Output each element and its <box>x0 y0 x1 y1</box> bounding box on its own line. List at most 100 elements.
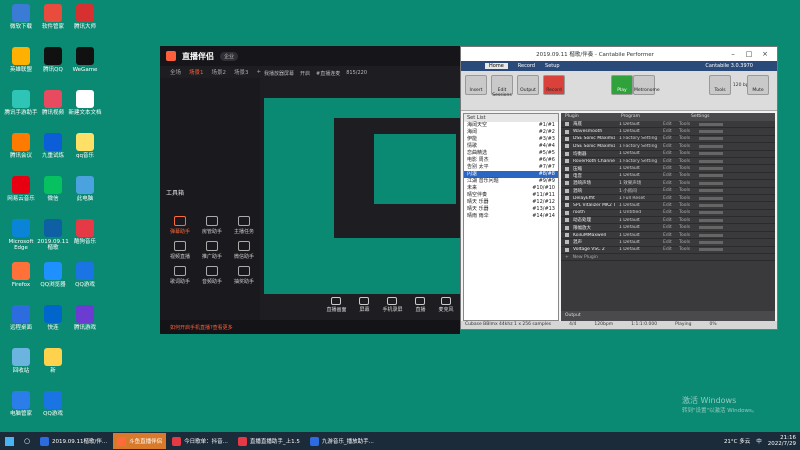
plugin-program[interactable]: 1 Factory Setting <box>619 144 659 149</box>
desktop-icon[interactable]: 腾讯手游助手 <box>4 90 38 116</box>
desktop-icon[interactable]: 微软下载 <box>4 4 38 30</box>
bypass-checkbox[interactable] <box>565 159 569 164</box>
bypass-checkbox[interactable] <box>565 173 569 178</box>
plugin-program[interactable]: 1 Full Reset <box>619 196 659 201</box>
bypass-checkbox[interactable] <box>565 240 569 245</box>
plugin-row[interactable]: KoiluMMaxwell 1 Default Edit Tools <box>561 232 775 240</box>
edit-button[interactable]: Edit <box>663 196 675 201</box>
bypass-checkbox[interactable] <box>565 233 569 238</box>
minimize-icon[interactable]: – <box>725 50 741 58</box>
edit-button[interactable]: Edit <box>663 151 675 156</box>
plugin-row[interactable]: DelayEffit 1 Full Reset Edit Tools <box>561 195 775 203</box>
desktop-icon[interactable]: 新 <box>36 348 70 374</box>
tools-button[interactable]: Tools <box>679 151 695 156</box>
plugin-program[interactable]: 1 Default <box>619 151 659 156</box>
tools-button[interactable]: Tools <box>679 218 695 223</box>
tab-all[interactable]: 全场 <box>170 68 181 76</box>
plugin-program[interactable]: 1 Factory Setting <box>619 136 659 141</box>
plugin-program[interactable]: 1 Untitled <box>619 210 659 215</box>
ribbon-button[interactable]: Output <box>517 75 539 95</box>
new-plugin-row[interactable]: + New Plugin <box>561 254 775 262</box>
edit-button[interactable]: Edit <box>663 247 675 252</box>
plugin-program[interactable]: 1 Default <box>619 122 659 127</box>
plugin-program[interactable]: 1 Default <box>619 247 659 252</box>
bypass-checkbox[interactable] <box>565 196 569 201</box>
ribbon-button[interactable]: Mute <box>747 75 769 95</box>
plugin-row[interactable]: Wavesmooth 1 Default Edit Tools <box>561 128 775 136</box>
edit-button[interactable]: Edit <box>663 144 675 149</box>
edit-button[interactable]: Edit <box>663 225 675 230</box>
plugin-row[interactable]: 混声 1 Default Edit Tools <box>561 239 775 247</box>
clock[interactable]: 21:16 2022/7/29 <box>768 435 796 447</box>
desktop-icon[interactable]: 腾讯QQ <box>36 47 70 73</box>
ribbon-button[interactable]: Tools <box>709 75 731 95</box>
taskbar-item[interactable]: 九游音乐_播放助手... <box>306 433 378 449</box>
tools-button[interactable]: Tools <box>679 122 695 127</box>
edit-button[interactable]: Edit <box>663 233 675 238</box>
plugin-program[interactable]: 1 小房间 <box>619 188 659 194</box>
desktop-icon[interactable]: 腾讯视频 <box>36 90 70 116</box>
song-item[interactable]: 电影 周杰 #6/#6 <box>464 157 558 164</box>
edit-button[interactable]: Edit <box>663 136 675 141</box>
tools-button[interactable]: Tools <box>679 240 695 245</box>
desktop-icon[interactable]: QQ游戏 <box>36 391 70 417</box>
desktop-icon[interactable]: 网易云音乐 <box>4 176 38 202</box>
tools-button[interactable]: Tools <box>679 181 695 186</box>
desktop-icon[interactable]: 酷狗音乐 <box>68 219 102 245</box>
plugin-row[interactable]: DSE Sonic Maximiz 1 Factory Setting Edit To… <box>561 143 775 151</box>
tool-button[interactable]: 歌词助手 <box>164 266 196 285</box>
tools-button[interactable]: Tools <box>679 203 695 208</box>
menu-setup[interactable]: Setup <box>545 63 560 69</box>
search-icon[interactable]: ○ <box>18 432 36 450</box>
desktop-icon[interactable]: 回收站 <box>4 348 38 374</box>
desktop-icon[interactable]: Firefox <box>4 262 38 288</box>
plugin-program[interactable]: 1 Default <box>619 218 659 223</box>
plugin-row[interactable]: 压缩 1 Default Edit Tools <box>561 165 775 173</box>
desktop-icon[interactable]: 2019.09.11楷歌 <box>36 219 70 251</box>
bypass-checkbox[interactable] <box>565 181 569 186</box>
tool-button[interactable]: 微信助手 <box>228 241 260 260</box>
tools-button[interactable]: Tools <box>679 233 695 238</box>
song-item[interactable]: 情歌 #4/#4 <box>464 143 558 150</box>
desktop-icon[interactable]: Microsoft Edge <box>4 219 38 251</box>
tool-button[interactable]: 抽奖助手 <box>228 266 260 285</box>
plugin-program[interactable]: 1 效果声场 <box>619 180 659 186</box>
plugin-program[interactable]: 1 Default <box>619 240 659 245</box>
plugin-row[interactable]: 均衡器 1 Default Edit Tools <box>561 151 775 158</box>
desktop-icon[interactable]: WeGame <box>68 47 102 73</box>
tab-scene-1[interactable]: 场景1 <box>189 68 204 76</box>
desktop-icon[interactable]: QQ浏览器 <box>36 262 70 288</box>
edit-button[interactable]: Edit <box>663 166 675 171</box>
ribbon-button[interactable]: Metronome <box>633 75 660 95</box>
edit-button[interactable]: Edit <box>663 240 675 245</box>
bypass-checkbox[interactable] <box>565 144 569 149</box>
scene-item[interactable]: #直播连麦 <box>316 70 340 77</box>
bypass-checkbox[interactable] <box>565 129 569 134</box>
tools-button[interactable]: Tools <box>679 136 695 141</box>
start-button[interactable] <box>0 432 18 450</box>
tool-button[interactable]: 音频助手 <box>196 266 228 285</box>
edit-button[interactable]: Edit <box>663 188 675 193</box>
tools-button[interactable]: Tools <box>679 188 695 193</box>
output-label[interactable]: Output <box>565 313 581 319</box>
edit-button[interactable]: Edit <box>663 203 675 208</box>
plugin-program[interactable]: 1 Default <box>619 203 659 208</box>
plugin-row[interactable]: DSE Sonic Maximiz 1 Factory Setting Edit To… <box>561 136 775 144</box>
desktop-icon[interactable]: 英雄联盟 <box>4 47 38 73</box>
plugin-row[interactable]: 动态处理 1 Default Edit Tools <box>561 217 775 225</box>
song-item[interactable]: 海阔天空 #1/#1 <box>464 122 558 129</box>
song-item[interactable]: 伊能 #3/#3 <box>464 136 558 143</box>
bypass-checkbox[interactable] <box>565 136 569 141</box>
bottom-action[interactable]: 手机录屏 <box>382 297 403 313</box>
bypass-checkbox[interactable] <box>565 151 569 156</box>
song-item[interactable]: 恋曲精选 #5/#5 <box>464 150 558 157</box>
bypass-checkbox[interactable] <box>565 210 569 215</box>
edit-button[interactable]: Edit <box>663 129 675 134</box>
desktop-icon[interactable]: 软件管家 <box>36 4 70 30</box>
menu-home[interactable]: Home <box>485 63 508 69</box>
tool-button[interactable]: 房管助手 <box>196 216 228 235</box>
song-item[interactable]: 晴空伴奏 #11/#11 <box>464 192 558 199</box>
tool-button[interactable]: 主播任务 <box>228 216 260 235</box>
scene-item[interactable]: 开启 <box>300 70 310 77</box>
tools-button[interactable]: Tools <box>679 196 695 201</box>
